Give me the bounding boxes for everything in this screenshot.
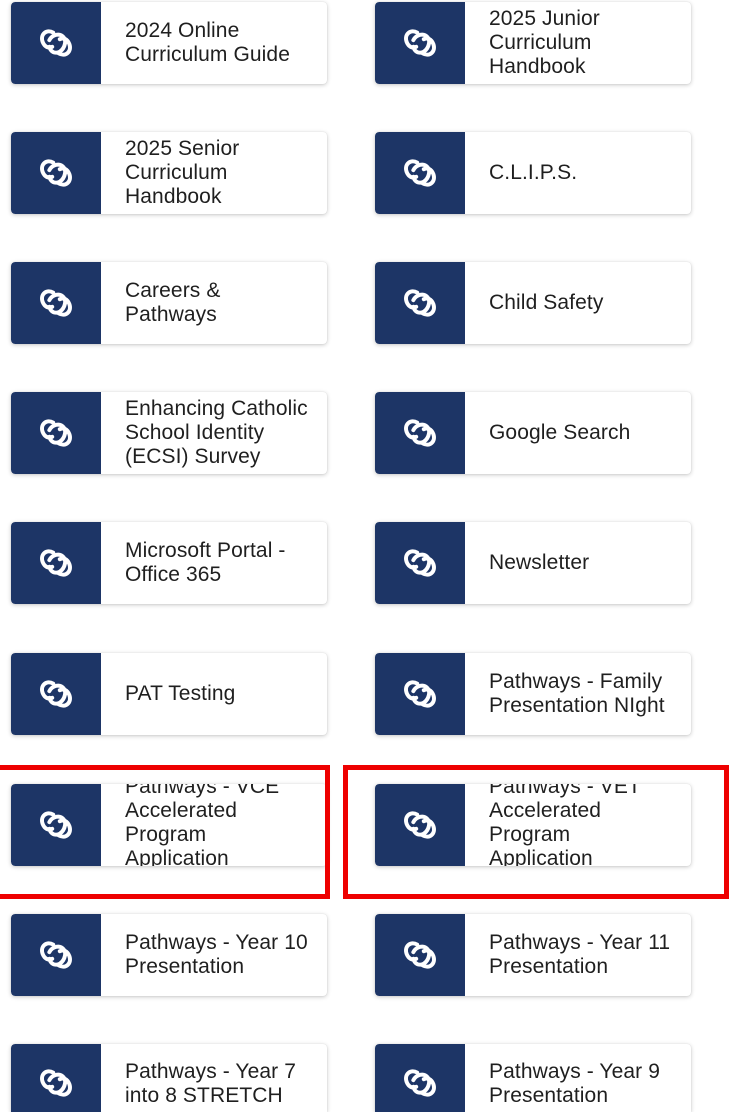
link-icon	[11, 914, 101, 996]
tile-label: Pathways - Year 10 Presentation	[125, 931, 308, 978]
link-icon	[375, 784, 465, 866]
link-tile-pathways-year-10[interactable]: Pathways - Year 10 Presentation	[11, 914, 327, 996]
link-tile-careers-pathways[interactable]: Careers & Pathways	[11, 262, 327, 344]
link-icon	[11, 392, 101, 474]
link-tile-pathways-year-7[interactable]: Pathways - Year 7 into 8 STRETCH	[11, 1044, 327, 1112]
link-icon	[11, 1044, 101, 1112]
link-icon	[11, 784, 101, 866]
tile-label: 2025 Junior Curriculum Handbook	[489, 7, 600, 78]
tile-label: Careers & Pathways	[125, 279, 221, 326]
tile-label: Pathways - Year 7 into 8 STRETCH	[125, 1060, 296, 1107]
link-icon	[11, 132, 101, 214]
tile-label: C.L.I.P.S.	[489, 161, 578, 184]
link-tile-clips[interactable]: C.L.I.P.S.	[375, 132, 691, 214]
link-tile-microsoft-portal[interactable]: Microsoft Portal - Office 365	[11, 522, 327, 604]
link-icon	[11, 653, 101, 735]
tile-label: 2024 Online Curriculum Guide	[125, 19, 290, 66]
tile-label: Pathways - VET Accelerated Program Appli…	[489, 784, 641, 866]
link-tile-pat-testing[interactable]: PAT Testing	[11, 653, 327, 735]
tile-label: Google Search	[489, 421, 631, 444]
link-tile-pathways-year-9[interactable]: Pathways - Year 9 Presentation	[375, 1044, 691, 1112]
quick-links-grid: 2024 Online Curriculum Guide 2025 Junior…	[0, 0, 729, 1112]
link-tile-2025-junior-curriculum-handbook[interactable]: 2025 Junior Curriculum Handbook	[375, 2, 691, 84]
tile-label: Pathways - Year 9 Presentation	[489, 1060, 660, 1107]
link-icon	[375, 392, 465, 474]
tile-label: Pathways - Year 11 Presentation	[489, 931, 671, 978]
link-icon	[375, 1044, 465, 1112]
link-tile-newsletter[interactable]: Newsletter	[375, 522, 691, 604]
link-tile-pathways-vet-accelerated[interactable]: Pathways - VET Accelerated Program Appli…	[375, 784, 691, 866]
link-icon	[375, 522, 465, 604]
tile-label: 2025 Senior Curriculum Handbook	[125, 137, 240, 208]
link-tile-pathways-year-11[interactable]: Pathways - Year 11 Presentation	[375, 914, 691, 996]
tile-label: Pathways - Family Presentation NIght	[489, 670, 665, 717]
link-icon	[375, 2, 465, 84]
link-icon	[375, 262, 465, 344]
link-tile-ecsi-survey[interactable]: Enhancing Catholic School Identity (ECSI…	[11, 392, 327, 474]
link-tile-pathways-vce-accelerated[interactable]: Pathways - VCE Accelerated Program Appli…	[11, 784, 327, 866]
link-tile-child-safety[interactable]: Child Safety	[375, 262, 691, 344]
link-tile-pathways-family-presentation[interactable]: Pathways - Family Presentation NIght	[375, 653, 691, 735]
tile-label: Enhancing Catholic School Identity (ECSI…	[125, 397, 308, 468]
link-icon	[11, 522, 101, 604]
link-tile-google-search[interactable]: Google Search	[375, 392, 691, 474]
tile-label: Newsletter	[489, 551, 590, 574]
link-tile-2025-senior-curriculum-handbook[interactable]: 2025 Senior Curriculum Handbook	[11, 132, 327, 214]
link-icon	[11, 262, 101, 344]
tile-label: Microsoft Portal - Office 365	[125, 539, 286, 586]
tile-label: PAT Testing	[125, 682, 236, 705]
tile-label: Child Safety	[489, 291, 604, 314]
link-icon	[375, 914, 465, 996]
link-icon	[375, 653, 465, 735]
tile-label: Pathways - VCE Accelerated Program Appli…	[125, 784, 280, 866]
link-icon	[375, 132, 465, 214]
link-tile-2024-online-curriculum-guide[interactable]: 2024 Online Curriculum Guide	[11, 2, 327, 84]
link-icon	[11, 2, 101, 84]
